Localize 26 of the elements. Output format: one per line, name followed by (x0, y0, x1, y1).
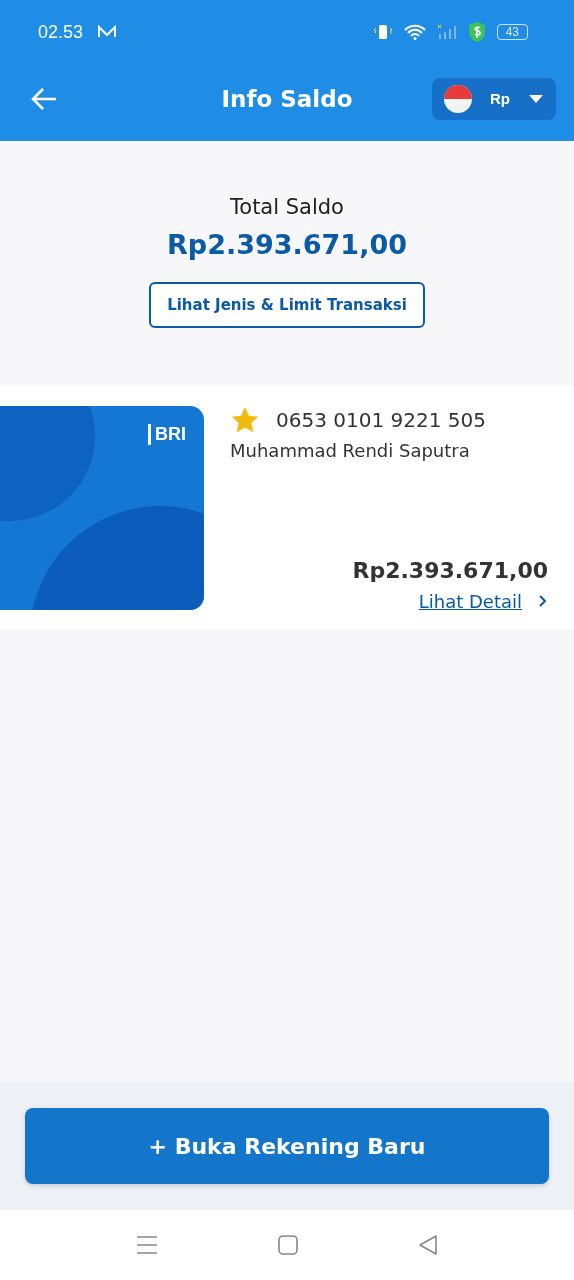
shield-icon (466, 21, 487, 43)
page-title: Info Saldo (221, 85, 353, 114)
detail-link[interactable]: Lihat Detail (418, 590, 522, 612)
account-number: 0653 0101 9221 505 (276, 407, 486, 432)
signal-icon (436, 24, 457, 40)
account-name: Muhammad Rendi Saputra (230, 439, 471, 461)
status-time: 02.53 (38, 21, 84, 43)
caret-icon (528, 93, 544, 104)
currency-selector[interactable]: Rp (432, 77, 556, 120)
flag-icon (444, 84, 472, 113)
total-label: Total Saldo (230, 195, 344, 219)
card-brand: BRI (148, 423, 186, 445)
back-button[interactable] (30, 86, 58, 111)
account-balance: Rp2.393.671,00 (352, 557, 548, 583)
battery-indicator: 43 (496, 24, 528, 40)
open-account-button[interactable]: + Buka Rekening Baru (25, 1108, 549, 1184)
mail-icon (97, 25, 118, 39)
home-icon[interactable] (278, 1235, 298, 1255)
menu-icon[interactable] (136, 1235, 158, 1255)
star-icon[interactable] (230, 405, 260, 434)
limit-button[interactable]: Lihat Jenis & Limit Transaksi (149, 282, 425, 328)
chevron-right-icon (538, 594, 548, 608)
vibrate-icon (372, 24, 393, 40)
total-amount: Rp2.393.671,00 (167, 229, 407, 260)
wifi-icon (402, 24, 427, 40)
back-icon[interactable] (418, 1234, 438, 1256)
